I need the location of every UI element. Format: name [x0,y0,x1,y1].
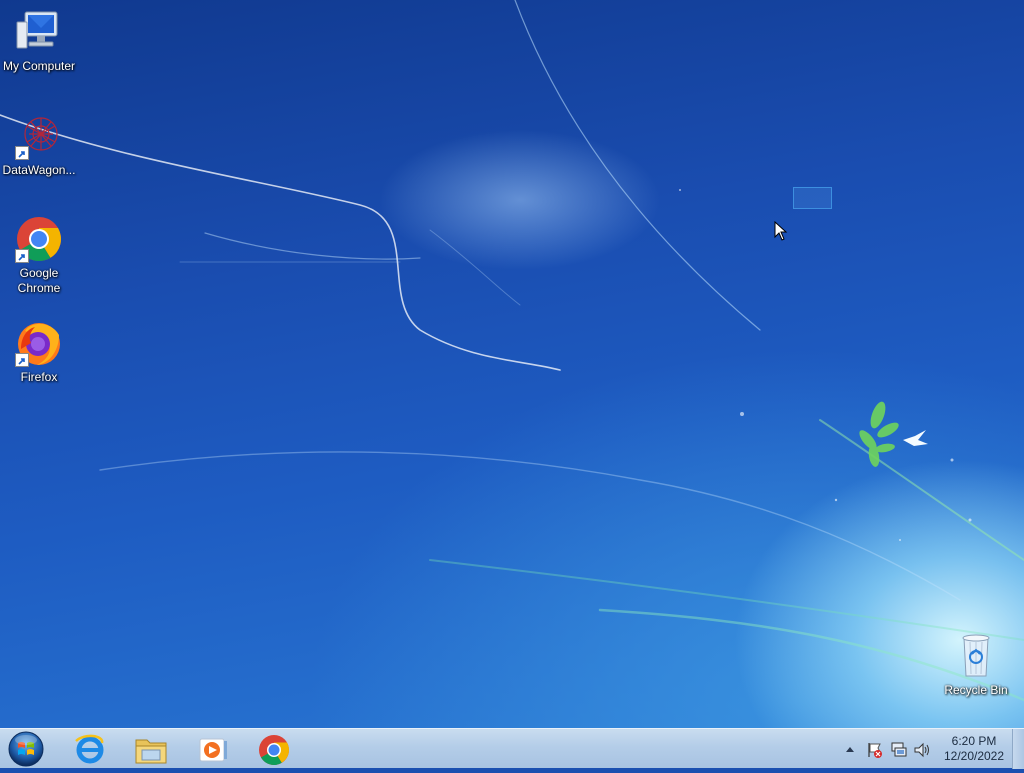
media-player-icon [199,738,227,762]
desktop-icon-datawagon[interactable]: DataWagon... [0,112,78,178]
desktop-icon-firefox[interactable]: Firefox [0,319,78,385]
desktop-icon-recycle-bin[interactable]: Recycle Bin [937,632,1015,698]
computer-icon [15,8,63,56]
desktop-icon-label: Recycle Bin [944,683,1008,697]
shortcut-arrow-icon [15,249,29,263]
internet-explorer-icon [75,734,104,764]
wallpaper [0,0,1024,702]
file-explorer-icon [135,739,167,764]
desktop[interactable]: My Computer DataWagon... Google Chrome F… [0,0,1024,728]
action-center-flag-icon[interactable] [866,741,884,759]
show-hidden-icons-arrow[interactable] [845,745,855,753]
chrome-icon [15,215,63,263]
recycle-bin-icon [952,632,1000,680]
desktop-icon-google-chrome[interactable]: Google Chrome [0,215,78,296]
shortcut-arrow-icon [15,353,29,367]
taskbar-file-explorer[interactable] [123,731,179,767]
taskbar-internet-explorer[interactable] [62,731,118,767]
firefox-icon [15,319,63,367]
drag-selection-rectangle [793,187,832,209]
desktop-icon-label: Firefox [20,370,58,384]
taskbar: 6:20 PM 12/20/2022 [0,728,1024,769]
desktop-icon-label: DataWagon... [2,163,76,177]
desktop-icon-label: Google Chrome [17,266,61,295]
clock-date: 12/20/2022 [943,749,1005,763]
chrome-icon [259,735,290,765]
taskbar-google-chrome[interactable] [246,731,302,767]
windows-logo-icon [8,731,44,767]
show-desktop-button[interactable] [1012,729,1024,769]
mouse-pointer-icon [774,221,788,241]
desktop-icon-my-computer[interactable]: My Computer [0,8,78,74]
clock-time: 6:20 PM [951,734,997,748]
datawagon-icon [15,112,63,160]
taskbar-media-player[interactable] [184,731,240,767]
start-button[interactable] [6,730,46,768]
network-icon[interactable] [890,741,908,759]
volume-icon[interactable] [913,741,931,759]
desktop-icon-label: My Computer [2,59,76,73]
shortcut-arrow-icon [15,146,29,160]
system-clock[interactable]: 6:20 PM 12/20/2022 [936,734,1012,764]
